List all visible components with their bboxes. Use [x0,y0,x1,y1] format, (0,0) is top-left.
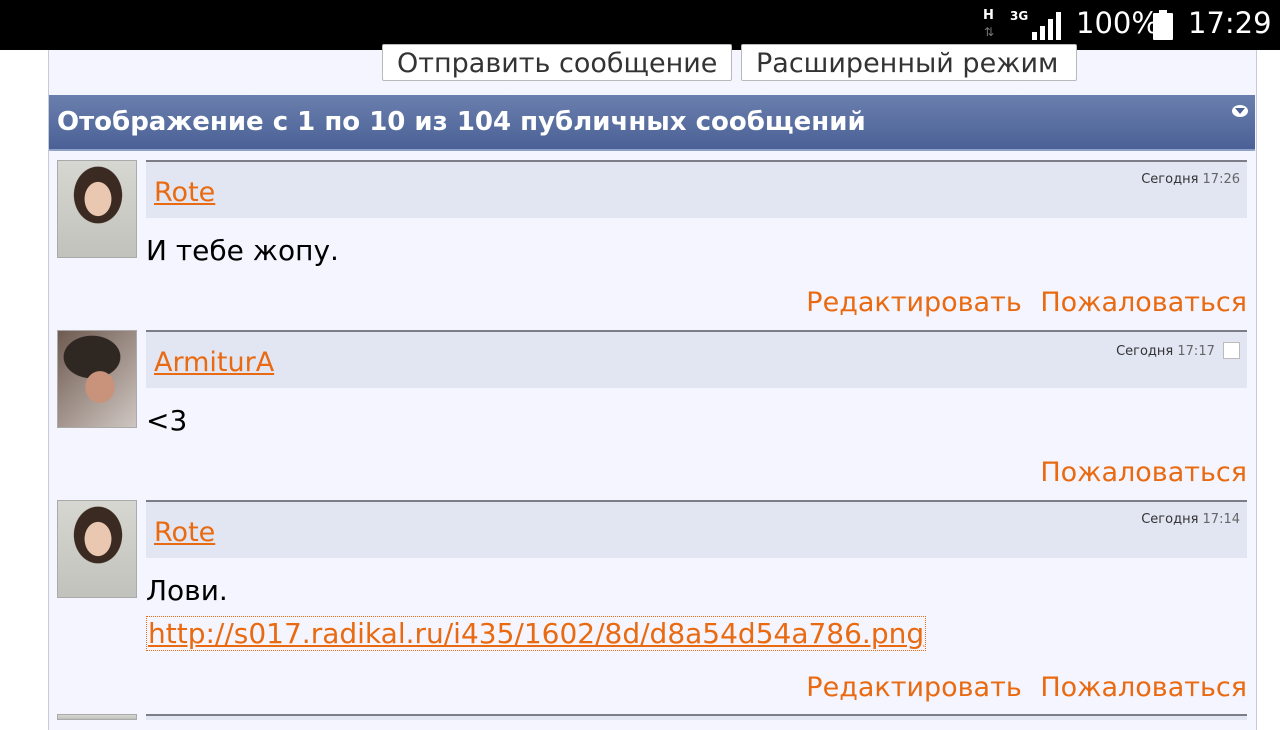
message-item: Rote Сегодня 17:26 И тебе жопу. Редактир… [49,160,1255,330]
username-link[interactable]: Rote [154,517,215,548]
avatar[interactable] [57,160,137,258]
advanced-mode-button[interactable]: Расширенный режим [741,44,1077,81]
avatar[interactable] [57,714,137,720]
message-header [146,714,1247,720]
message-actions: Пожаловаться [1030,457,1247,488]
message-date: Сегодня 17:14 [1141,512,1240,527]
page-title: Отображение с 1 по 10 из 104 публичных с… [57,107,866,137]
avatar[interactable] [57,500,137,598]
message-header: ArmiturA Сегодня 17:17 [146,330,1247,388]
message-item-partial [49,714,1255,720]
image-link[interactable]: http://s017.radikal.ru/i435/1602/8d/d8a5… [146,616,927,651]
post-actions: Отправить сообщение Расширенный режим [0,44,1280,88]
username-link[interactable]: Rote [154,177,215,208]
report-link[interactable]: Пожаловаться [1040,457,1247,488]
clock: 17:29 [1188,6,1272,40]
battery-percent: 100% [1076,6,1159,40]
message-date: Сегодня 17:26 [1141,172,1240,187]
message-text: Лови. [146,574,228,607]
report-link[interactable]: Пожаловаться [1040,672,1247,703]
edit-link[interactable]: Редактировать [806,672,1021,703]
message-text: <3 [146,404,188,437]
signal-strength-icon [1032,10,1066,40]
message-item: ArmiturA Сегодня 17:17 <3 Пожаловаться [49,330,1255,500]
send-message-button[interactable]: Отправить сообщение [382,44,732,81]
report-link[interactable]: Пожаловаться [1040,287,1247,318]
battery-icon [1153,10,1173,40]
message-item: Rote Сегодня 17:14 Лови. http://s017.rad… [49,500,1255,712]
data-activity-icon: H ⇅ [983,8,995,39]
status-bar: H ⇅ 3G 100% 17:29 [0,0,1280,50]
message-text: И тебе жопу. [146,234,339,267]
network-gen-label: 3G [1010,9,1029,23]
avatar[interactable] [57,330,137,428]
username-link[interactable]: ArmiturA [154,347,274,378]
collapse-icon[interactable] [1232,104,1248,118]
select-checkbox[interactable] [1223,342,1240,359]
messages-header: Отображение с 1 по 10 из 104 публичных с… [49,95,1255,151]
message-date: Сегодня 17:17 [1116,342,1240,359]
message-actions: Редактировать Пожаловаться [796,287,1247,318]
message-header: Rote Сегодня 17:14 [146,500,1247,558]
message-header: Rote Сегодня 17:26 [146,160,1247,218]
message-actions: Редактировать Пожаловаться [796,672,1247,703]
edit-link[interactable]: Редактировать [806,287,1021,318]
